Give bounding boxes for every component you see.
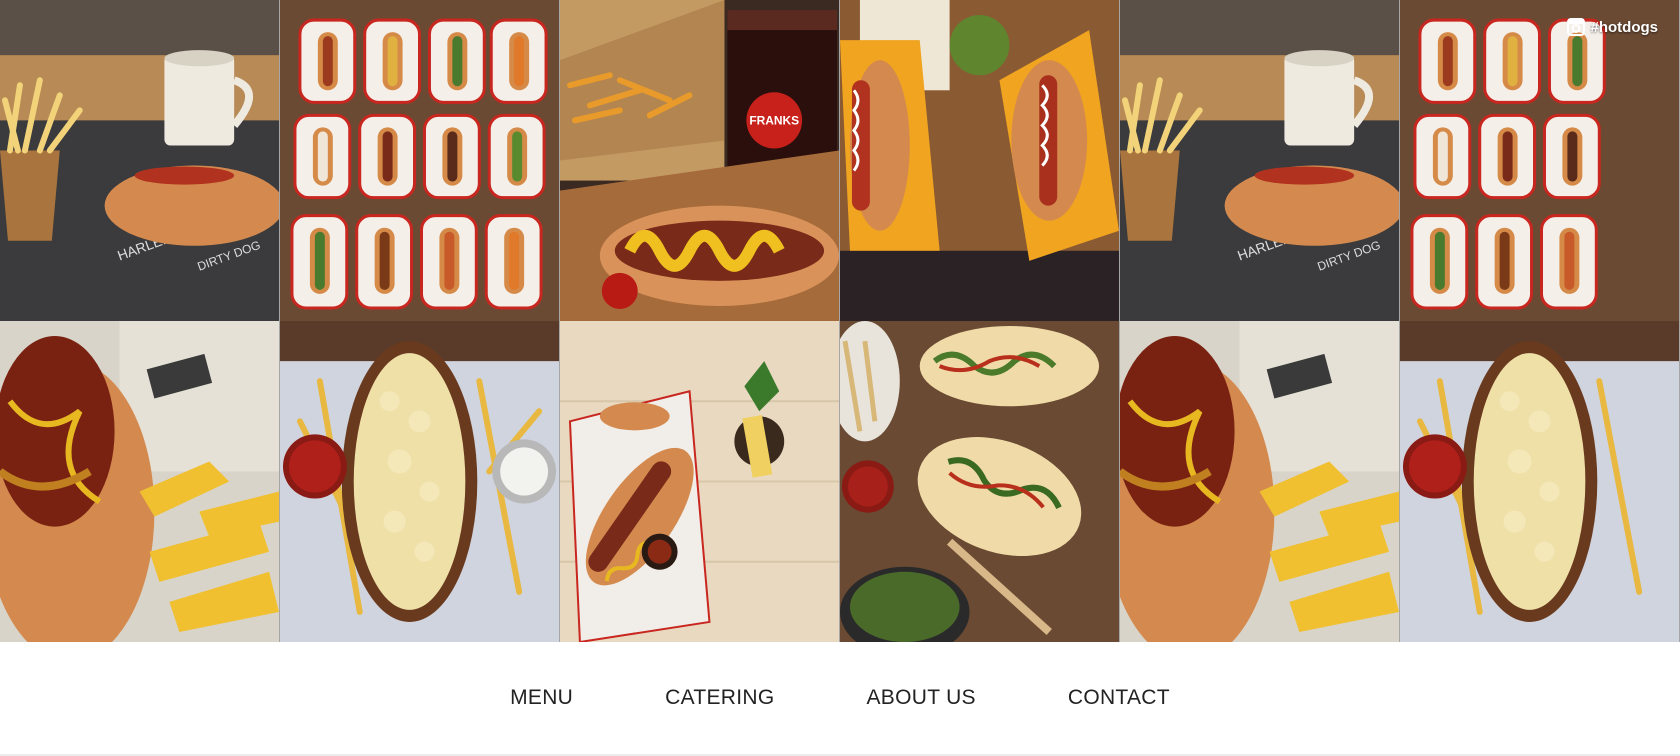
instagram-icon bbox=[1566, 18, 1585, 36]
gallery-photo[interactable]: HARLEM DIRTY DOG bbox=[1120, 0, 1400, 321]
gallery-photo[interactable]: HARLEM DIRTY DOG bbox=[0, 0, 280, 321]
gallery-photo[interactable] bbox=[1120, 321, 1400, 642]
svg-text:FRANKS: FRANKS bbox=[749, 113, 799, 127]
nav-contact[interactable]: CONTACT bbox=[1068, 686, 1170, 710]
gallery-photo[interactable] bbox=[840, 321, 1120, 642]
instagram-hashtag-link[interactable]: #hotdogs bbox=[1566, 18, 1659, 36]
gallery-photo[interactable] bbox=[280, 0, 560, 321]
gallery-photo[interactable] bbox=[1400, 0, 1680, 321]
instagram-hashtag: #hotdogs bbox=[1590, 18, 1659, 36]
nav-menu[interactable]: MENU bbox=[510, 686, 573, 710]
gallery-photo[interactable] bbox=[1400, 321, 1680, 642]
gallery-photo[interactable] bbox=[280, 321, 560, 642]
photo-gallery: HARLEM DIRTY DOG FRANKS HARLEM DIRTY DOG… bbox=[0, 0, 1680, 642]
gallery-photo[interactable] bbox=[560, 321, 840, 642]
gallery-photo[interactable] bbox=[840, 0, 1120, 321]
main-nav: MENU CATERING ABOUT US CONTACT bbox=[0, 642, 1680, 756]
gallery-photo[interactable] bbox=[0, 321, 280, 642]
nav-catering[interactable]: CATERING bbox=[665, 686, 774, 710]
gallery-photo[interactable]: FRANKS bbox=[560, 0, 840, 321]
nav-about-us[interactable]: ABOUT US bbox=[866, 686, 975, 710]
